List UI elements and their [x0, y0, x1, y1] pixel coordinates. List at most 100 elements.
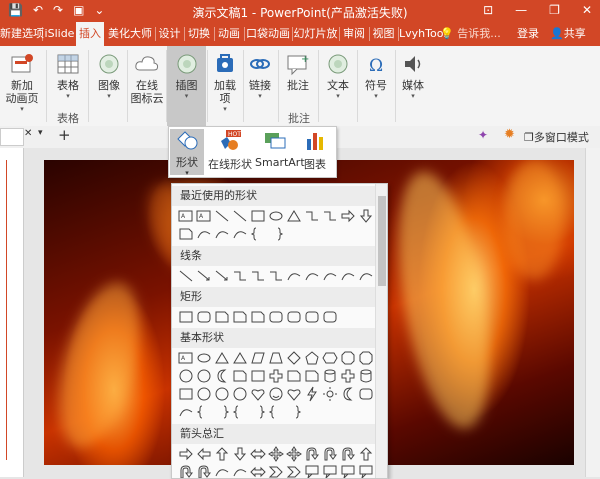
elbow-shape-icon[interactable]	[250, 268, 266, 284]
shapes-menu-item[interactable]: 形状 ▾	[170, 129, 204, 177]
media-button[interactable]: 媒体 ▾	[398, 52, 428, 100]
tab-lvyhtool[interactable]: LvyhTool	[399, 22, 447, 46]
restore-icon[interactable]: ❐	[549, 3, 560, 17]
uturn-shape-icon[interactable]	[322, 446, 338, 462]
pent-shape-icon[interactable]	[304, 350, 320, 366]
moon-shape-icon[interactable]	[340, 386, 356, 402]
login-link[interactable]: 登录	[517, 22, 539, 46]
curve-shape-icon[interactable]	[178, 404, 194, 420]
curve-shape-icon[interactable]	[196, 226, 212, 242]
snip-shape-icon[interactable]	[304, 368, 320, 384]
tb-shape-icon[interactable]: A	[196, 208, 212, 224]
curve-shape-icon[interactable]	[322, 268, 338, 284]
tab-animations[interactable]: 动画	[215, 22, 243, 46]
darrow-shape-icon[interactable]	[232, 446, 248, 462]
snip-shape-icon[interactable]	[286, 368, 302, 384]
text-button[interactable]: 文本 ▾	[322, 52, 354, 100]
moon-shape-icon[interactable]	[214, 368, 230, 384]
rect-shape-icon[interactable]	[178, 309, 194, 325]
tab-pocket-animation[interactable]: 口袋动画	[245, 22, 291, 46]
circle-shape-icon[interactable]	[196, 368, 212, 384]
link-button[interactable]: 链接 ▾	[245, 52, 275, 100]
oct-shape-icon[interactable]	[340, 350, 356, 366]
line-shape-icon[interactable]	[178, 268, 194, 284]
rect-shape-icon[interactable]	[250, 368, 266, 384]
close-icon[interactable]: ✕	[582, 3, 592, 17]
uturn-shape-icon[interactable]	[340, 446, 356, 462]
curve-shape-icon[interactable]	[232, 226, 248, 242]
tri-shape-icon[interactable]	[214, 350, 230, 366]
line-shape-icon[interactable]	[232, 208, 248, 224]
snip-shape-icon[interactable]	[232, 368, 248, 384]
tab-beautify-master[interactable]: 美化大师	[106, 22, 154, 46]
tri-shape-icon[interactable]	[286, 208, 302, 224]
tb-shape-icon[interactable]: A	[178, 350, 194, 366]
round-shape-icon[interactable]	[304, 309, 320, 325]
tab-view[interactable]: 视图	[370, 22, 397, 46]
can-shape-icon[interactable]	[322, 368, 338, 384]
illustration-button[interactable]: 插图 ▾	[170, 52, 203, 100]
comment-button[interactable]: + 批注	[282, 52, 314, 92]
round-shape-icon[interactable]	[268, 309, 284, 325]
diamond-shape-icon[interactable]	[286, 350, 302, 366]
round-shape-icon[interactable]	[196, 309, 212, 325]
snip-shape-icon[interactable]	[250, 309, 266, 325]
tab-slideshow[interactable]: 幻灯片放	[293, 22, 338, 46]
elbow-shape-icon[interactable]	[304, 208, 320, 224]
tab-islide[interactable]: iSlide	[44, 22, 75, 46]
snip-shape-icon[interactable]	[178, 226, 194, 242]
sun-shape-icon[interactable]	[322, 386, 338, 402]
bolt-shape-icon[interactable]	[304, 386, 320, 402]
brace-shape-icon[interactable]	[232, 404, 248, 420]
elbow-shape-icon[interactable]	[268, 268, 284, 284]
rarrow-shape-icon[interactable]	[340, 208, 356, 224]
minimize-icon[interactable]: —	[515, 3, 527, 17]
circle-shape-icon[interactable]	[196, 386, 212, 402]
curve-shape-icon[interactable]	[286, 268, 302, 284]
new-slide-button[interactable]: 新加 动画页 ▾	[2, 52, 42, 113]
symbol-button[interactable]: Ω 符号 ▾	[360, 52, 392, 100]
curve-shape-icon[interactable]	[340, 268, 356, 284]
snip-shape-icon[interactable]	[214, 309, 230, 325]
quad-shape-icon[interactable]	[286, 446, 302, 462]
curve-shape-icon[interactable]	[358, 268, 374, 284]
bracel-shape-icon[interactable]	[286, 404, 302, 420]
online-icon-cloud-button[interactable]: 在线 图标云	[129, 52, 165, 105]
tab-new-options[interactable]: 新建选项	[0, 22, 44, 46]
table-button[interactable]: 表格 ▾	[52, 52, 84, 100]
brace-shape-icon[interactable]	[250, 226, 266, 242]
hex-shape-icon[interactable]	[322, 350, 338, 366]
doc-tab[interactable]	[0, 128, 24, 146]
circle-shape-icon[interactable]	[232, 386, 248, 402]
uturn-shape-icon[interactable]	[304, 446, 320, 462]
bracel-shape-icon[interactable]	[268, 226, 284, 242]
cross-shape-icon[interactable]	[268, 368, 284, 384]
close-icon[interactable]: ✕	[24, 128, 32, 139]
arrowline-shape-icon[interactable]	[196, 268, 212, 284]
elbow-shape-icon[interactable]	[322, 208, 338, 224]
darrow-shape-icon[interactable]	[358, 208, 374, 224]
curve-shape-icon[interactable]	[214, 226, 230, 242]
image-button[interactable]: 图像 ▾	[93, 52, 125, 100]
rect-shape-icon[interactable]	[250, 208, 266, 224]
cross-shape-icon[interactable]	[340, 368, 356, 384]
ellipse-shape-icon[interactable]	[196, 350, 212, 366]
quad-shape-icon[interactable]	[268, 446, 284, 462]
rect-shape-icon[interactable]	[178, 386, 194, 402]
vertical-scrollbar[interactable]	[585, 148, 600, 477]
circle-shape-icon[interactable]	[178, 368, 194, 384]
heart-shape-icon[interactable]	[250, 386, 266, 402]
can-shape-icon[interactable]	[358, 368, 374, 384]
smile-shape-icon[interactable]	[268, 386, 284, 402]
slide-thumbnails-panel[interactable]	[0, 148, 24, 477]
tab-insert[interactable]: 插入	[76, 22, 104, 46]
round-shape-icon[interactable]	[286, 309, 302, 325]
gear-icon[interactable]: ✹	[504, 127, 515, 142]
brace-shape-icon[interactable]	[196, 404, 212, 420]
tab-design[interactable]: 设计	[156, 22, 183, 46]
para-shape-icon[interactable]	[250, 350, 266, 366]
tri-shape-icon[interactable]	[232, 350, 248, 366]
arrowline-shape-icon[interactable]	[214, 268, 230, 284]
magic-icon[interactable]: ✦	[478, 128, 488, 142]
lrarrow-shape-icon[interactable]	[250, 446, 266, 462]
